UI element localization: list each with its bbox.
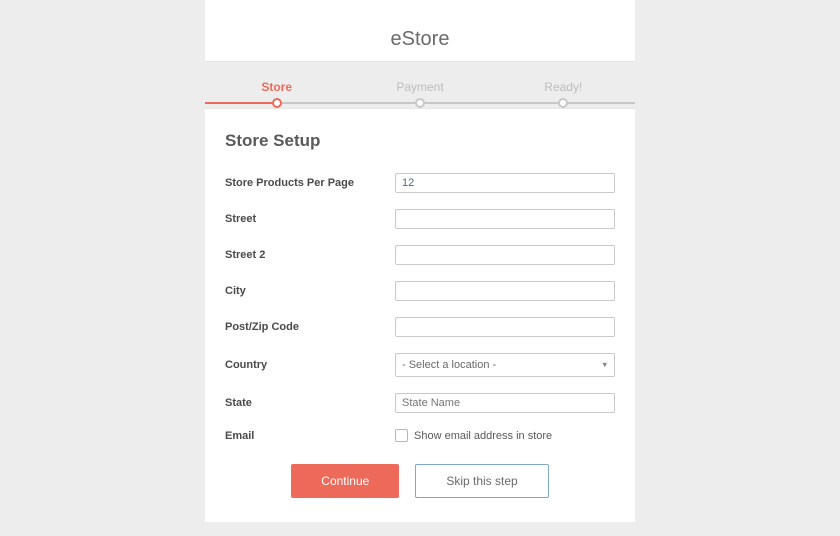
label-products-per-page: Store Products Per Page xyxy=(225,177,395,189)
app-title: eStore xyxy=(205,28,635,51)
label-street: Street xyxy=(225,213,395,225)
row-city: City xyxy=(225,281,615,301)
form-panel: Store Setup Store Products Per Page Stre… xyxy=(205,109,635,522)
row-street2: Street 2 xyxy=(225,245,615,265)
steps-line-active xyxy=(205,102,277,104)
step-dot-icon xyxy=(415,98,425,108)
step-store[interactable]: Store xyxy=(205,80,348,94)
continue-button[interactable]: Continue xyxy=(291,464,399,498)
checkbox-show-email[interactable] xyxy=(395,429,408,442)
input-street2[interactable] xyxy=(395,245,615,265)
row-state: State xyxy=(225,393,615,413)
label-email: Email xyxy=(225,430,395,442)
input-products-per-page[interactable] xyxy=(395,173,615,193)
step-label: Ready! xyxy=(544,80,582,94)
label-city: City xyxy=(225,285,395,297)
progress-steps: Store Payment Ready! xyxy=(205,62,635,109)
input-postcode[interactable] xyxy=(395,317,615,337)
label-state: State xyxy=(225,397,395,409)
row-country: Country - Select a location - xyxy=(225,353,615,377)
page-title: Store Setup xyxy=(225,131,615,151)
row-products-per-page: Store Products Per Page xyxy=(225,173,615,193)
row-postcode: Post/Zip Code xyxy=(225,317,615,337)
step-label: Payment xyxy=(396,80,443,94)
step-dot-icon xyxy=(272,98,282,108)
checkbox-label-show-email: Show email address in store xyxy=(414,430,552,442)
label-street2: Street 2 xyxy=(225,249,395,261)
input-street[interactable] xyxy=(395,209,615,229)
select-country[interactable]: - Select a location - xyxy=(395,353,615,377)
setup-wizard: eStore Store Payment Ready! Store Setup … xyxy=(205,0,635,522)
step-dot-icon xyxy=(558,98,568,108)
row-street: Street xyxy=(225,209,615,229)
label-country: Country xyxy=(225,359,395,371)
select-country-wrap: - Select a location - xyxy=(395,353,615,377)
header: eStore xyxy=(205,0,635,62)
step-payment[interactable]: Payment xyxy=(348,80,491,94)
row-email: Email Show email address in store xyxy=(225,429,615,442)
step-ready[interactable]: Ready! xyxy=(492,80,635,94)
input-city[interactable] xyxy=(395,281,615,301)
skip-button[interactable]: Skip this step xyxy=(415,464,548,498)
checkbox-row-email: Show email address in store xyxy=(395,429,615,442)
step-label: Store xyxy=(261,80,292,94)
actions: Continue Skip this step xyxy=(225,464,615,498)
label-postcode: Post/Zip Code xyxy=(225,321,395,333)
input-state[interactable] xyxy=(395,393,615,413)
